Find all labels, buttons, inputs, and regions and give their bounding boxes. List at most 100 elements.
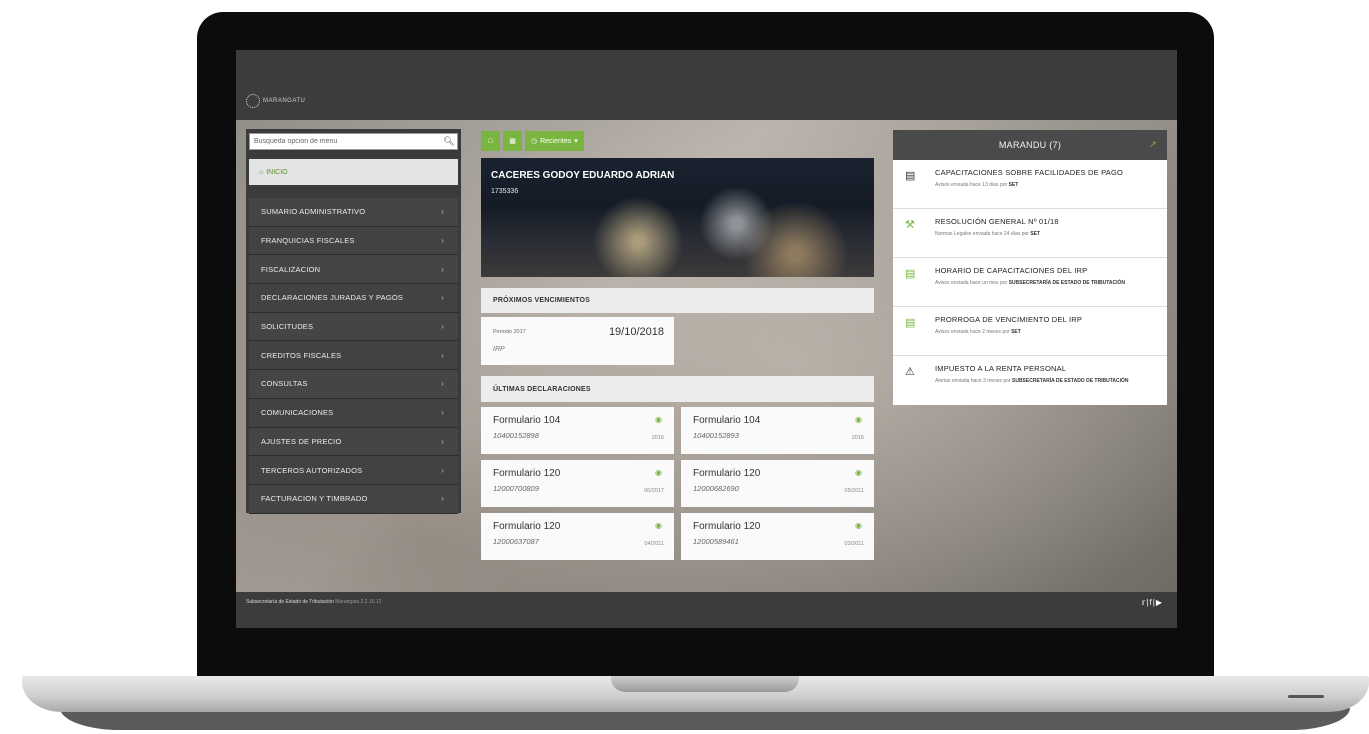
clock-icon: ◷	[531, 138, 538, 145]
notification-item[interactable]: ▤ CAPACITACIONES SOBRE FACILIDADES DE PA…	[893, 160, 1167, 209]
twitter-icon[interactable]: 𝕣	[1142, 598, 1147, 607]
eye-icon[interactable]: ◉	[655, 521, 662, 530]
chevron-right-icon: ›	[441, 207, 444, 217]
notification-meta-text: Avisos enviada hace 13 días por	[935, 182, 1009, 188]
sidebar-item-fiscalizacion[interactable]: FISCALIZACION ›	[249, 255, 458, 285]
vencimiento-date: 19/10/2018	[608, 326, 664, 338]
declaracion-card[interactable]: Formulario 120 ◉ 12000637087 04/2011	[481, 513, 674, 560]
eye-icon[interactable]: ◉	[855, 415, 862, 424]
declaracion-form: Formulario 120	[493, 521, 561, 532]
declaracion-form: Formulario 104	[493, 415, 561, 426]
declaracion-period: 05/2011	[844, 488, 864, 494]
notification-item[interactable]: ▤ PRORROGA DE VENCIMIENTO DEL IRP Avisos…	[893, 307, 1167, 356]
document-icon: □	[488, 137, 493, 145]
notification-sender: SET	[1008, 182, 1019, 188]
sidebar-item-comunicaciones[interactable]: COMUNICACIONES ›	[249, 398, 458, 428]
notification-item[interactable]: ⚒ RESOLUCIÓN GENERAL Nº 01/18 Normas Leg…	[893, 209, 1167, 258]
sidebar-item-inicio[interactable]: ⌂ INICIO	[249, 159, 458, 185]
declaracion-number: 12000700809	[493, 484, 539, 493]
notification-title: HORARIO DE CAPACITACIONES DEL IRP	[935, 266, 1088, 275]
notification-item[interactable]: ▤ HORARIO DE CAPACITACIONES DEL IRP Avis…	[893, 258, 1167, 307]
notification-title: PRORROGA DE VENCIMIENTO DEL IRP	[935, 315, 1083, 324]
chevron-right-icon: ›	[441, 465, 444, 475]
declaracion-number: 12000682690	[693, 484, 739, 493]
declaracion-number: 12000589461	[693, 537, 739, 546]
declaracion-card[interactable]: Formulario 104 ◉ 10400152893 2015	[681, 407, 874, 454]
calculator-button[interactable]: ▦	[503, 131, 522, 151]
declaracion-period: 04/2011	[644, 541, 664, 547]
vencimiento-tax: IRP	[493, 346, 505, 353]
sidebar-item-franquicias[interactable]: FRANQUICIAS FISCALES ›	[249, 226, 458, 256]
screen: MARANGATU 🔍︎ ⌂ INICIO SUMARIO ADMINISTRA…	[236, 50, 1177, 628]
declaracion-number: 12000637087	[493, 537, 539, 546]
notification-meta-text: Avisos enviada hace un mes por	[935, 280, 1009, 286]
declaracion-card[interactable]: Formulario 120 ◉ 12000700809 06/2017	[481, 460, 674, 507]
sidebar-item-label: FACTURACION Y TIMBRADO	[261, 494, 368, 504]
footer: Subsecretaría de Estado de Tributación M…	[236, 592, 1177, 628]
footer-text: Subsecretaría de Estado de Tributación M…	[246, 599, 381, 605]
sidebar-item-label: TERCEROS AUTORIZADOS	[261, 465, 363, 475]
gavel-icon: ⚒	[905, 219, 915, 231]
declaracion-period: 2015	[851, 435, 864, 441]
notification-meta: Avisos enviada hace 13 días por SET	[935, 181, 1159, 189]
declaraciones-header: ÚLTIMAS DECLARACIONES	[481, 376, 874, 402]
declaracion-form: Formulario 120	[693, 468, 761, 479]
sidebar-item-label: AJUSTES DE PRECIO	[261, 436, 342, 446]
notification-sender: SUBSECRETARÍA DE ESTADO DE TRIBUTACIÓN	[1008, 280, 1126, 286]
top-bar: MARANGATU	[236, 50, 1177, 120]
declaracion-number: 10400152893	[693, 431, 739, 440]
eye-icon[interactable]: ◉	[655, 468, 662, 477]
external-link-icon[interactable]: ↗	[1149, 139, 1157, 150]
sidebar-item-ajustes[interactable]: AJUSTES DE PRECIO ›	[249, 427, 458, 457]
vencimiento-card[interactable]: Periodo 2017 19/10/2018 IRP	[481, 317, 674, 365]
declaracion-card[interactable]: Formulario 104 ◉ 10400152898 2016	[481, 407, 674, 454]
logo-icon	[246, 94, 260, 108]
sidebar-item-terceros[interactable]: TERCEROS AUTORIZADOS ›	[249, 456, 458, 485]
sidebar-item-consultas[interactable]: CONSULTAS ›	[249, 370, 458, 399]
sidebar-menu: SUMARIO ADMINISTRATIVO › FRANQUICIAS FISC…	[249, 198, 458, 514]
marandu-panel: MARANDU (7) ↗ ▤ CAPACITACIONES SOBRE FAC…	[893, 130, 1167, 405]
notification-meta-text: Alertas enviada hace 3 meses por	[935, 378, 1012, 384]
chevron-right-icon: ›	[441, 293, 444, 303]
declaracion-period: 03/2011	[844, 541, 864, 547]
marandu-title: MARANDU (7)	[998, 140, 1062, 150]
home-icon: ⌂	[259, 168, 264, 176]
notification-title: CAPACITACIONES SOBRE FACILIDADES DE PAGO	[935, 168, 1124, 177]
sidebar-item-creditos[interactable]: CREDITOS FISCALES ›	[249, 341, 458, 371]
sidebar-item-label: SOLICITUDES	[261, 322, 314, 332]
sidebar-item-label: INICIO	[266, 168, 288, 176]
sidebar-item-label: COMUNICACIONES	[261, 408, 334, 418]
chevron-right-icon: ›	[441, 408, 444, 418]
app-logo[interactable]: MARANGATU	[246, 94, 305, 108]
youtube-icon[interactable]: ▶	[1156, 598, 1163, 607]
chevron-right-icon: ›	[441, 350, 444, 360]
declaracion-form: Formulario 104	[693, 415, 761, 426]
footer-org: Subsecretaría de Estado de Tributación	[246, 599, 334, 605]
eye-icon[interactable]: ◉	[855, 521, 862, 530]
eye-icon[interactable]: ◉	[655, 415, 662, 424]
facebook-icon[interactable]: f	[1150, 598, 1153, 607]
declaracion-card[interactable]: Formulario 120 ◉ 12000682690 05/2011	[681, 460, 874, 507]
logo-text: MARANGATU	[263, 98, 306, 104]
chevron-right-icon: ›	[441, 494, 444, 504]
sidebar-item-label: DECLARACIONES JURADAS Y PAGOS	[261, 293, 404, 303]
menu-search: 🔍︎	[249, 133, 458, 150]
sidebar-item-facturacion[interactable]: FACTURACION Y TIMBRADO ›	[249, 484, 458, 514]
chevron-right-icon: ›	[441, 379, 444, 389]
recientes-dropdown[interactable]: ◷ Recientes ▾	[525, 131, 584, 151]
sidebar-item-declaraciones[interactable]: DECLARACIONES JURADAS Y PAGOS ›	[249, 284, 458, 313]
eye-icon[interactable]: ◉	[855, 468, 862, 477]
taxpayer-ruc: 1735336	[491, 188, 519, 195]
sidebar-item-solicitudes[interactable]: SOLICITUDES ›	[249, 312, 458, 342]
declaracion-number: 10400152898	[493, 431, 539, 440]
new-document-button[interactable]: □	[481, 131, 500, 151]
sidebar-item-sumario[interactable]: SUMARIO ADMINISTRATIVO ›	[249, 198, 458, 227]
notification-sender: SET	[1011, 329, 1021, 335]
notification-item[interactable]: ⚠ IMPUESTO A LA RENTA PERSONAL Alertas e…	[893, 356, 1167, 405]
menu-search-input[interactable]	[250, 138, 441, 145]
declaracion-card[interactable]: Formulario 120 ◉ 12000589461 03/2011	[681, 513, 874, 560]
search-icon[interactable]: 🔍︎	[441, 136, 457, 147]
chevron-right-icon: ›	[441, 236, 444, 246]
notification-meta: Avisos enviada hace 2 meses por SET	[935, 328, 1159, 336]
notification-meta: Normas Legales enviada hace 24 días por …	[935, 230, 1159, 238]
